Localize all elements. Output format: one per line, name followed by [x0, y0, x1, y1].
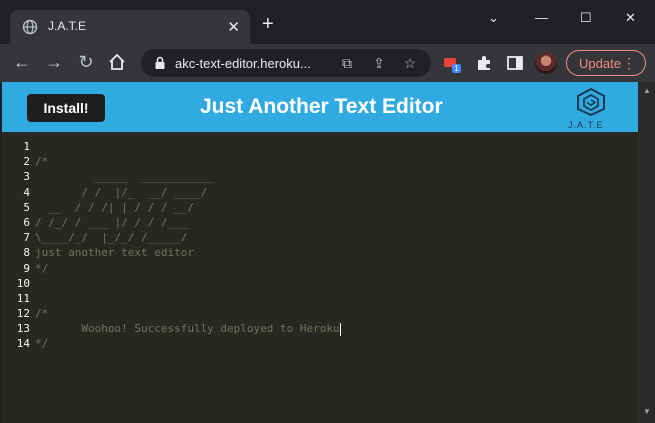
side-panel-icon[interactable]	[506, 54, 524, 72]
code-line: */	[35, 336, 625, 351]
code-editor[interactable]: 1 2 3 4 5 6 7 8 9 10 11 12 13 14 /* _____ ___________…	[2, 132, 638, 423]
more-menu-icon[interactable]: ⋮	[622, 55, 636, 72]
line-number: 1	[23, 140, 30, 153]
lock-icon[interactable]	[153, 56, 167, 70]
code-line: / / |/_ __/ ____/	[35, 185, 625, 200]
line-number: 6	[23, 215, 30, 229]
line-number: 5	[23, 200, 30, 214]
new-tab-icon[interactable]: +	[262, 14, 274, 34]
code-line-text: __ / / /| | / / / __/	[35, 200, 194, 214]
line-number: 12	[16, 307, 30, 321]
reload-icon[interactable]: ↻	[76, 52, 96, 72]
line-number: 8	[23, 246, 30, 260]
home-icon[interactable]	[108, 53, 126, 71]
open-in-app-icon[interactable]: ⧉	[339, 55, 355, 71]
update-label: Update	[579, 56, 621, 71]
line-number: 10	[16, 276, 30, 290]
line-number: 7	[23, 231, 30, 245]
jate-logo-icon	[577, 88, 605, 116]
editor-content[interactable]: /* _____ ___________ / / |/_ __/ ____/ _…	[35, 139, 625, 352]
code-line: __ / / /| | / / / __/	[35, 200, 625, 215]
maximize-icon[interactable]: ☐	[580, 10, 592, 26]
code-line-text: / /_/ / ___ |/ / / /___	[35, 215, 188, 229]
text-cursor	[339, 322, 341, 336]
code-line-text: / / |/_ __/ ____/	[35, 185, 208, 199]
code-line-text: /*	[35, 155, 49, 169]
code-line-text: \____/_/ |_/_/ /_____/	[35, 231, 188, 245]
logo-text: J.A.T.E	[568, 120, 604, 130]
address-bar[interactable]: akc-text-editor.heroku... ⧉ ⇪ ☆	[141, 49, 431, 77]
code-line: /*	[35, 154, 625, 169]
scroll-up-icon[interactable]: ▲	[643, 86, 651, 95]
code-line-text: just another text editor	[35, 246, 194, 260]
code-line: / /_/ / ___ |/ / / /___	[35, 215, 625, 230]
browser-tab[interactable]: J.A.T.E ✕	[10, 10, 250, 44]
share-icon[interactable]: ⇪	[371, 55, 387, 71]
line-number: 14	[16, 337, 30, 351]
code-line-text: _____ ___________	[35, 170, 214, 184]
tab-title: J.A.T.E	[48, 19, 87, 33]
line-number-gutter: 1 2 3 4 5 6 7 8 9 10 11 12 13 14	[2, 139, 30, 352]
code-line: /*	[35, 306, 625, 321]
extension-badge: 1	[454, 64, 459, 73]
scrollbar[interactable]: ▲ ▼	[638, 82, 655, 423]
line-number: 9	[23, 261, 30, 275]
page-title: Just Another Text Editor	[200, 95, 443, 118]
bookmark-star-icon[interactable]: ☆	[402, 55, 418, 71]
code-line: */	[35, 261, 625, 276]
code-line: \____/_/ |_/_/ /_____/	[35, 230, 625, 245]
extension-icon[interactable]: 1	[443, 55, 461, 73]
globe-icon	[22, 19, 38, 35]
line-number: 13	[16, 322, 30, 336]
puzzle-icon[interactable]	[475, 54, 493, 72]
scroll-down-icon[interactable]: ▼	[643, 407, 651, 416]
tab-search-chevron-icon[interactable]: ⌄	[488, 10, 499, 26]
back-icon[interactable]: ←	[12, 52, 32, 72]
line-number: 4	[23, 185, 30, 199]
code-line-text: */	[35, 337, 49, 351]
browser-tabstrip: J.A.T.E ✕ + ⌄ — ☐ ✕	[0, 0, 655, 44]
update-button[interactable]: Update ⋮	[566, 50, 646, 76]
code-line-text: Woohoo! Successfully deployed to Heroku	[35, 322, 340, 336]
install-button[interactable]: Install!	[27, 94, 105, 122]
close-tab-icon[interactable]: ✕	[227, 18, 240, 36]
line-number: 2	[23, 155, 30, 169]
code-line: Woohoo! Successfully deployed to Heroku	[35, 321, 625, 336]
app-header: Install! Just Another Text Editor J.A.T.…	[2, 82, 638, 132]
close-window-icon[interactable]: ✕	[625, 10, 636, 26]
code-line-text: /*	[35, 307, 49, 321]
forward-icon[interactable]: →	[44, 52, 64, 72]
url-text: akc-text-editor.heroku...	[175, 56, 311, 71]
line-number: 3	[23, 170, 30, 184]
page-viewport: Install! Just Another Text Editor J.A.T.…	[2, 82, 638, 423]
minimize-icon[interactable]: —	[535, 10, 548, 25]
code-line: _____ ___________	[35, 169, 625, 184]
code-line: just another text editor	[35, 245, 625, 260]
code-line-text: */	[35, 261, 49, 275]
profile-avatar[interactable]	[535, 52, 557, 74]
line-number: 11	[16, 291, 30, 305]
